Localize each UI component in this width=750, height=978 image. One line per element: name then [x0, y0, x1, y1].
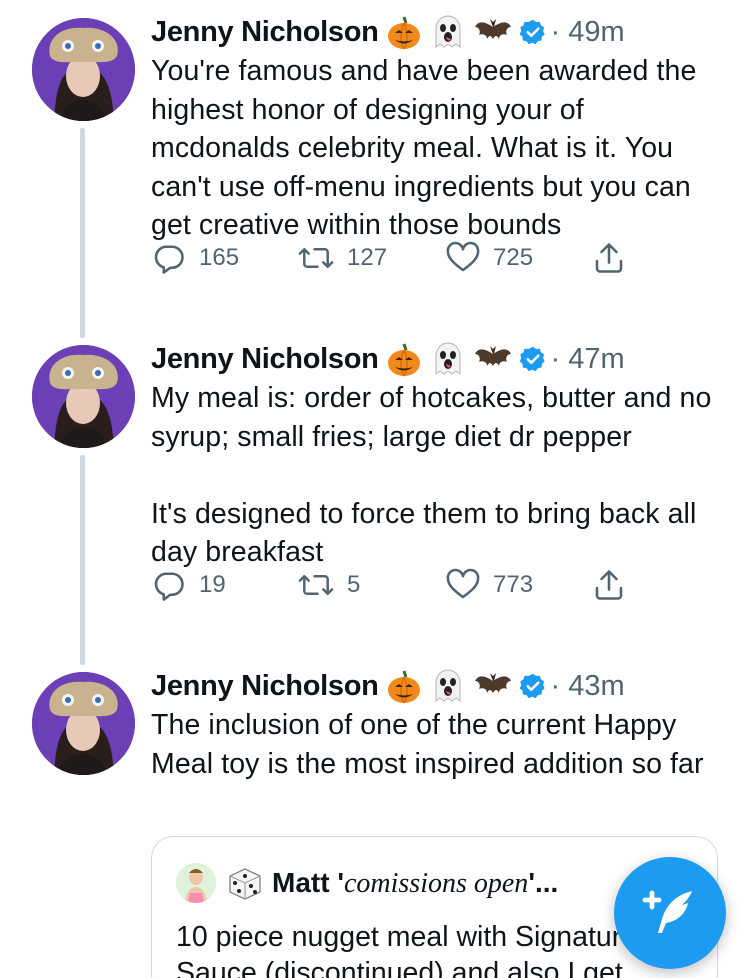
verified-badge-icon: [519, 672, 547, 700]
retweet-button[interactable]: 5: [297, 567, 360, 603]
tweet-timestamp[interactable]: · 43m: [551, 670, 625, 703]
like-button[interactable]: 725: [445, 240, 533, 276]
reply-button[interactable]: 19: [151, 567, 226, 603]
avatar-image: [32, 672, 135, 775]
like-count: 773: [493, 571, 534, 598]
heart-icon: [446, 568, 480, 599]
reply-button[interactable]: 165: [151, 240, 239, 276]
like-count: 725: [493, 244, 534, 271]
reply-count: 165: [199, 244, 240, 271]
author-name[interactable]: Jenny Nicholson: [151, 343, 379, 376]
tweet[interactable]: Jenny Nicholson · 49m You're famous and: [0, 0, 750, 338]
thread-connector-line: [80, 455, 85, 665]
avatar-image: [32, 345, 135, 448]
compose-tweet-icon: [642, 890, 692, 933]
retweet-button[interactable]: 127: [297, 240, 387, 276]
pumpkin-icon: [385, 13, 423, 51]
thread-connector-line: [80, 128, 85, 338]
quoted-avatar-image: [176, 863, 216, 903]
tweet[interactable]: Jenny Nicholson · 47m My meal is: order: [0, 327, 750, 665]
author-name[interactable]: Jenny Nicholson: [151, 670, 379, 703]
tweet-text: The inclusion of one of the current Happ…: [151, 709, 704, 780]
ghost-icon: [429, 13, 467, 51]
pumpkin-icon: [385, 667, 423, 705]
share-icon: [595, 243, 623, 273]
tweet-thread: Jenny Nicholson · 49m You're famous and: [0, 0, 750, 978]
tweet-text: My meal is: order of hotcakes, butter an…: [151, 382, 712, 568]
tweet-timestamp[interactable]: · 47m: [551, 343, 625, 376]
dice-icon: [226, 864, 264, 902]
retweet-count: 127: [347, 244, 388, 271]
avatar[interactable]: [32, 672, 135, 775]
verified-badge-icon: [519, 18, 547, 46]
tweet-content: Jenny Nicholson · 47m My meal is: order: [151, 339, 731, 572]
reply-count: 19: [199, 571, 226, 598]
avatar-image: [32, 18, 135, 121]
reply-icon: [154, 572, 184, 601]
tweet-timestamp[interactable]: · 49m: [551, 16, 625, 49]
share-button[interactable]: [591, 567, 627, 603]
quoted-author-name-italic: comissions open: [343, 867, 529, 899]
avatar[interactable]: [32, 18, 135, 121]
tweet-header: Jenny Nicholson · 43m: [151, 666, 731, 706]
quoted-tweet-header: Matt 'comissions open'...: [176, 863, 558, 903]
reply-icon: [154, 245, 184, 274]
author-name[interactable]: Jenny Nicholson: [151, 16, 379, 49]
retweet-icon: [298, 247, 334, 269]
share-button[interactable]: [591, 240, 627, 276]
compose-tweet-button[interactable]: [614, 857, 726, 969]
quoted-author-name-prefix: Matt ': [272, 866, 344, 898]
like-button[interactable]: 773: [445, 567, 533, 603]
pumpkin-icon: [385, 340, 423, 378]
quoted-avatar: [176, 863, 216, 903]
quoted-author-name-suffix: '...: [528, 866, 559, 898]
tweet-header: Jenny Nicholson · 49m: [151, 12, 731, 52]
quoted-author-name[interactable]: Matt 'comissions open'...: [272, 867, 558, 900]
bat-icon: [473, 667, 513, 705]
tweet-content: Jenny Nicholson · 49m You're famous and: [151, 12, 731, 245]
avatar[interactable]: [32, 345, 135, 448]
ghost-icon: [429, 340, 467, 378]
bat-icon: [473, 13, 513, 51]
tweet-content: Jenny Nicholson · 43m The inclusion of o: [151, 666, 731, 783]
ghost-icon: [429, 667, 467, 705]
tweet-text: You're famous and have been awarded the …: [151, 55, 705, 241]
tweet-header: Jenny Nicholson · 47m: [151, 339, 731, 379]
verified-badge-icon: [519, 345, 547, 373]
share-icon: [595, 570, 623, 600]
retweet-icon: [298, 574, 334, 596]
bat-icon: [473, 340, 513, 378]
heart-icon: [446, 241, 480, 272]
retweet-count: 5: [347, 571, 361, 598]
